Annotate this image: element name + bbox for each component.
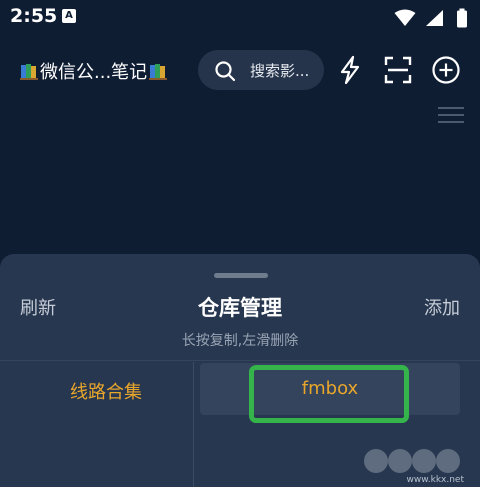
- lightning-icon[interactable]: [334, 54, 366, 86]
- app-title[interactable]: 微信公...笔记: [18, 58, 169, 84]
- sheet-drag-handle[interactable]: [214, 273, 268, 278]
- status-icons: [394, 7, 468, 27]
- books-icon: [148, 61, 168, 81]
- watermark-text: www.kkx.net: [406, 475, 465, 485]
- divider: [0, 360, 480, 361]
- search-icon: [215, 61, 236, 82]
- app-title-text: 微信公...笔记: [40, 62, 148, 83]
- menu-icon[interactable]: [438, 106, 464, 124]
- battery-icon: [457, 8, 467, 27]
- sheet-hint: 长按复制,左滑删除: [181, 333, 299, 349]
- sheet-title: 仓库管理: [198, 296, 282, 320]
- wifi-icon: [394, 9, 416, 26]
- category-label: 线路合集: [70, 382, 142, 403]
- status-time: 2:55: [10, 5, 58, 27]
- app-screen: 2:55 A 微信公...笔记 搜索影... 刷新 仓库管理 添加 长按复制,左…: [0, 0, 480, 487]
- notification-icon: A: [62, 9, 76, 23]
- highlight-annotation: [249, 365, 409, 423]
- repository-sheet: 刷新 仓库管理 添加 长按复制,左滑删除 线路合集 fmbox www.kkx.…: [0, 254, 480, 487]
- top-bar: 微信公...笔记 搜索影...: [0, 46, 480, 94]
- search-bar[interactable]: 搜索影...: [198, 50, 324, 90]
- add-circle-icon[interactable]: [430, 54, 462, 86]
- add-button[interactable]: 添加: [424, 294, 460, 320]
- status-bar: 2:55 A: [0, 0, 480, 36]
- signal-icon: [425, 9, 443, 26]
- scan-icon[interactable]: [382, 54, 414, 86]
- books-icon: [19, 61, 39, 81]
- category-item[interactable]: 线路合集: [0, 362, 193, 414]
- search-placeholder: 搜索影...: [250, 62, 310, 80]
